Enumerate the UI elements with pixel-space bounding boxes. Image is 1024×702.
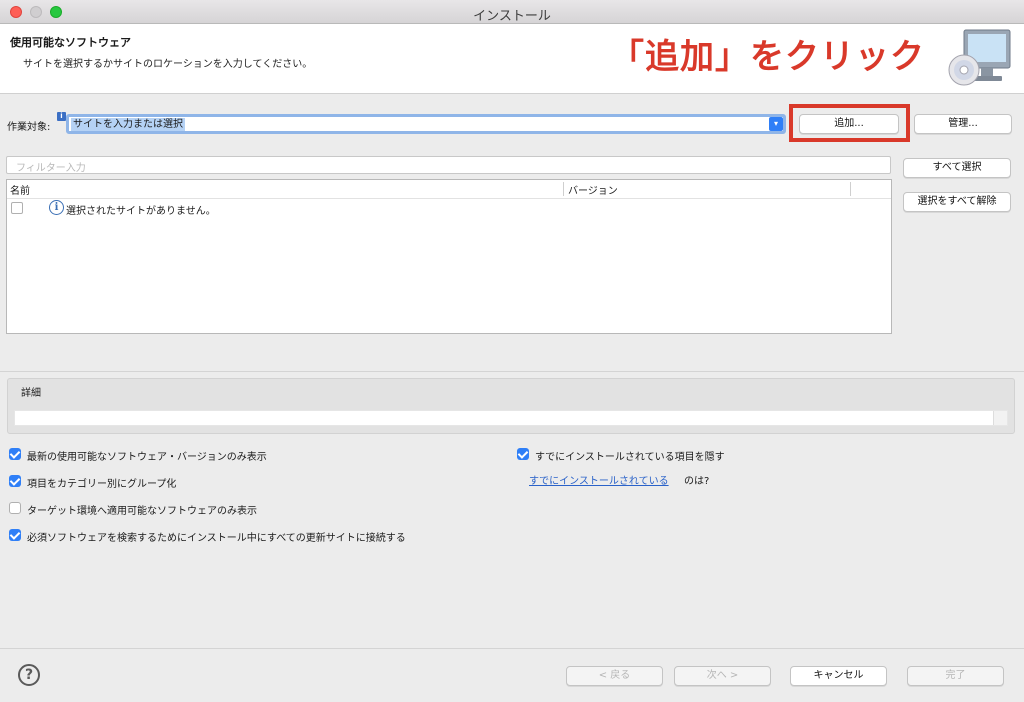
info-badge-icon: i (57, 112, 66, 121)
group-by-category-checkbox[interactable] (9, 475, 21, 487)
section-divider (0, 371, 1024, 372)
install-monitor-icon (948, 29, 1011, 86)
target-env-only-checkbox[interactable] (9, 502, 21, 514)
details-field[interactable] (14, 410, 1008, 426)
contact-all-sites-label: 必須ソフトウェアを検索するためにインストール中にすべての更新サイトに接続する (27, 533, 406, 544)
column-header-version[interactable]: バージョン (568, 182, 618, 197)
table-row: 選択されたサイトがありません。 (66, 206, 216, 217)
latest-only-label: 最新の使用可能なソフトウェア・バージョンのみ表示 (27, 452, 267, 463)
select-all-button[interactable]: すべて選択 (903, 158, 1011, 178)
instruction-annotation: 「追加」をクリック (610, 37, 925, 77)
already-installed-link[interactable]: すでにインストールされている (529, 472, 669, 487)
chevron-down-icon[interactable]: ▾ (769, 117, 783, 131)
software-table[interactable]: 名前 バージョン i 選択されたサイトがありません。 (6, 179, 892, 334)
work-with-label: 作業対象: (7, 122, 51, 133)
title-bar: インストール (0, 0, 1024, 24)
page-description: サイトを選択するかサイトのロケーションを入力してください。 (23, 59, 313, 70)
details-group: 詳細 (7, 378, 1015, 434)
info-icon: i (49, 200, 64, 215)
details-scrollbar[interactable] (993, 411, 1007, 425)
column-separator[interactable] (563, 182, 564, 196)
site-combo-value: サイトを入力または選択 (71, 118, 185, 131)
target-env-only-label: ターゲット環境へ適用可能なソフトウェアのみ表示 (27, 506, 257, 517)
group-by-category-label: 項目をカテゴリー別にグループ化 (27, 479, 177, 490)
finish-button[interactable]: 完了 (907, 666, 1004, 686)
add-button-highlight (789, 104, 910, 142)
hide-installed-label: すでにインストールされている項目を隠す (535, 452, 725, 463)
cancel-button[interactable]: キャンセル (790, 666, 887, 686)
header-divider (7, 198, 891, 199)
manage-sites-button[interactable]: 管理... (914, 114, 1012, 134)
latest-only-checkbox[interactable] (9, 448, 21, 460)
details-label: 詳細 (21, 388, 41, 399)
hide-installed-checkbox[interactable] (517, 448, 529, 460)
filter-placeholder: フィルター入力 (16, 163, 86, 174)
row-checkbox[interactable] (11, 202, 23, 214)
column-separator[interactable] (850, 182, 851, 196)
contact-all-sites-checkbox[interactable] (9, 529, 21, 541)
site-combo-box[interactable]: サイトを入力または選択 ▾ (66, 114, 786, 134)
page-title: 使用可能なソフトウェア (10, 36, 131, 49)
filter-input[interactable]: フィルター入力 (6, 156, 891, 174)
window-title: インストール (473, 9, 551, 24)
help-icon[interactable]: ? (18, 664, 40, 686)
column-header-name[interactable]: 名前 (10, 182, 30, 197)
wizard-header: 使用可能なソフトウェア サイトを選択するかサイトのロケーションを入力してください… (0, 24, 1024, 94)
already-installed-link-suffix: のは? (684, 476, 710, 487)
next-button[interactable]: 次へ > (674, 666, 771, 686)
footer-divider (0, 648, 1024, 649)
deselect-all-button[interactable]: 選択をすべて解除 (903, 192, 1011, 212)
back-button[interactable]: < 戻る (566, 666, 663, 686)
